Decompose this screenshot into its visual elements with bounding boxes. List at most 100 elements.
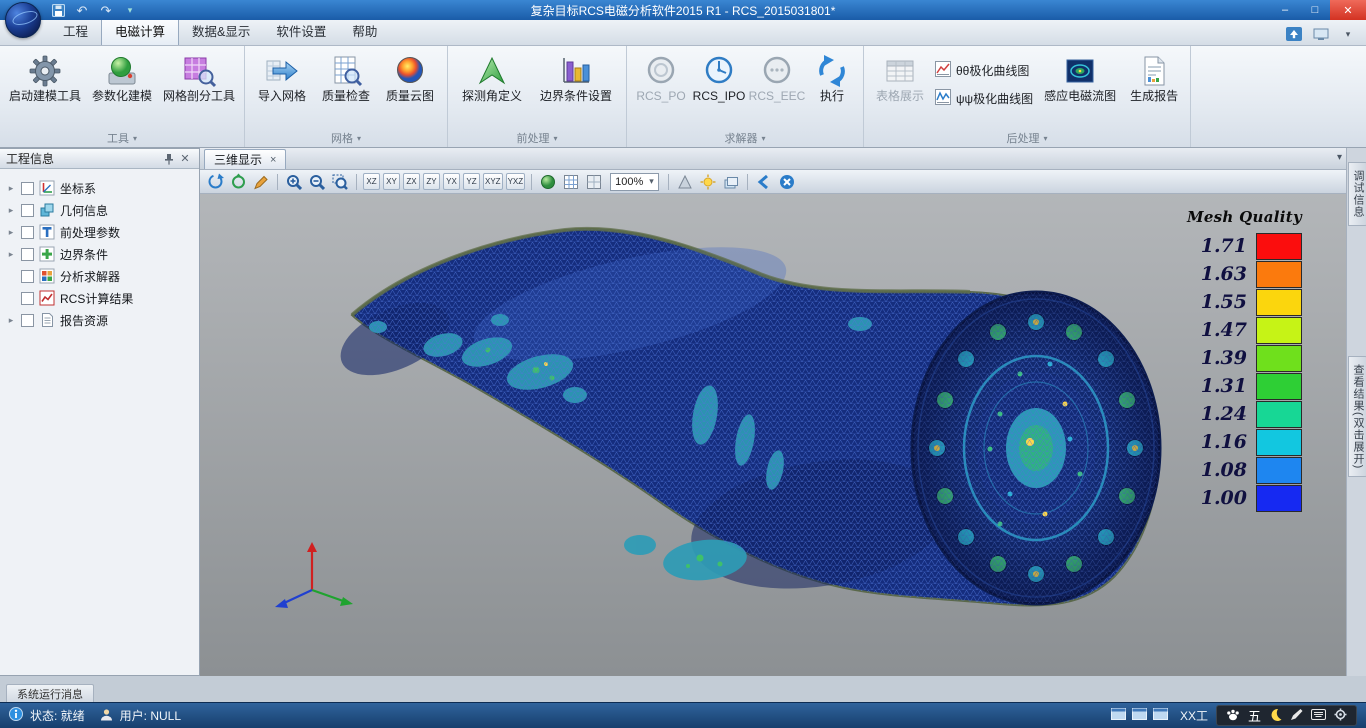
rcs-po-button[interactable]: RCS_PO xyxy=(632,51,690,106)
tree-checkbox[interactable] xyxy=(21,270,34,283)
redo-button[interactable]: ↷ xyxy=(98,2,114,18)
import-mesh-button[interactable]: 导入网格 xyxy=(250,51,314,106)
group-dialog-launcher[interactable]: ▾ xyxy=(553,134,557,143)
view-orientation-button[interactable]: ZX xyxy=(403,173,420,190)
view-orientation-button[interactable]: ZY xyxy=(423,173,440,190)
expand-arrow-icon[interactable]: ▸ xyxy=(6,249,16,260)
tree-item-boundary-conditions[interactable]: ▸ 边界条件 xyxy=(4,243,195,265)
system-messages-tab[interactable]: 系统运行消息 xyxy=(6,684,94,702)
tree-item-coordinate-system[interactable]: ▸ 坐标系 xyxy=(4,177,195,199)
induction-current-map-button[interactable]: 感应电磁流图 xyxy=(1037,51,1123,106)
tree-item-geometry-info[interactable]: ▸ 几何信息 xyxy=(4,199,195,221)
grid-view-icon[interactable] xyxy=(584,172,604,192)
zoom-in-icon[interactable] xyxy=(284,172,304,192)
generate-report-button[interactable]: 生成报告 xyxy=(1123,51,1185,106)
tree-checkbox[interactable] xyxy=(21,182,34,195)
minimize-button[interactable]: – xyxy=(1270,0,1300,20)
group-dialog-launcher[interactable]: ▾ xyxy=(1044,134,1048,143)
tray-window-icon[interactable] xyxy=(1153,708,1168,723)
edit-pencil-icon[interactable] xyxy=(251,172,271,192)
tab-software-settings[interactable]: 软件设置 xyxy=(263,17,339,45)
wireframe-view-icon[interactable] xyxy=(561,172,581,192)
tab-em-computation[interactable]: 电磁计算 xyxy=(101,16,179,45)
tree-checkbox[interactable] xyxy=(21,204,34,217)
rcs-eec-button[interactable]: RCS_EEC xyxy=(748,51,806,106)
expand-arrow-icon[interactable]: ▸ xyxy=(6,205,16,216)
view-orientation-button[interactable]: YZ xyxy=(463,173,480,190)
undo-button[interactable]: ↶ xyxy=(74,2,90,18)
mesh-partition-tool-button[interactable]: 网格剖分工具 xyxy=(159,51,239,106)
tray-window-icon[interactable] xyxy=(1111,708,1126,723)
group-dialog-launcher[interactable]: ▾ xyxy=(133,134,137,143)
launch-modeling-tool-button[interactable]: 启动建模工具 xyxy=(5,51,85,106)
ime-keyboard-icon[interactable] xyxy=(1311,709,1326,723)
tab-close-icon[interactable]: × xyxy=(270,154,276,166)
pan-icon[interactable] xyxy=(228,172,248,192)
ime-settings-gear-icon[interactable] xyxy=(1334,708,1347,724)
tab-overflow-caret[interactable]: ▾ xyxy=(1337,152,1342,163)
tab-help[interactable]: 帮助 xyxy=(339,17,390,45)
tab-project[interactable]: 工程 xyxy=(50,17,101,45)
view-orientation-button[interactable]: XZ xyxy=(363,173,380,190)
tree-item-report-resources[interactable]: ▸ 报告资源 xyxy=(4,309,195,331)
tray-window-icon[interactable] xyxy=(1132,708,1147,723)
zoom-level-select[interactable]: 100% ▾ xyxy=(610,173,659,191)
save-button[interactable] xyxy=(50,2,66,18)
view-orientation-button[interactable]: XYZ xyxy=(483,173,503,190)
viewport-canvas[interactable]: Mesh Quality 1.71 1.63 1.55 1.47 1.39 1.… xyxy=(200,194,1346,676)
tree-checkbox[interactable] xyxy=(21,248,34,261)
group-dialog-launcher[interactable]: ▾ xyxy=(357,134,361,143)
table-display-button[interactable]: 表格展示 xyxy=(869,51,931,106)
panel-close-icon[interactable]: ✕ xyxy=(177,151,193,167)
app-logo-icon[interactable] xyxy=(5,2,41,38)
tree-checkbox[interactable] xyxy=(21,292,34,305)
layers-icon[interactable] xyxy=(721,172,741,192)
tree-checkbox[interactable] xyxy=(21,226,34,239)
rcs-ipo-button[interactable]: RCS_IPO xyxy=(690,51,748,106)
orbit-rotate-icon[interactable] xyxy=(205,172,225,192)
shaded-view-icon[interactable] xyxy=(538,172,558,192)
quick-access-toolbar: ↶ ↷ ▾ xyxy=(50,2,138,18)
display-settings-icon[interactable] xyxy=(1311,24,1331,44)
tree-item-analysis-solver[interactable]: 分析求解器 xyxy=(4,265,195,287)
collapse-panel-icon[interactable] xyxy=(1284,24,1304,44)
view-orientation-button[interactable]: XY xyxy=(383,173,400,190)
parametric-modeling-button[interactable]: 参数化建模 xyxy=(85,51,159,106)
view-orientation-button[interactable]: YX xyxy=(443,173,460,190)
quick-access-dropdown[interactable]: ▾ xyxy=(122,2,138,18)
group-dialog-launcher[interactable]: ▾ xyxy=(761,134,765,143)
tab-3d-display[interactable]: 三维显示 × xyxy=(204,149,286,169)
expand-arrow-icon[interactable]: ▸ xyxy=(6,315,16,326)
debug-info-collapsed-tab[interactable]: 调试信息 xyxy=(1348,162,1366,226)
theta-polarization-curve-button[interactable]: θθ极化曲线图 xyxy=(935,61,1033,79)
tree-item-rcs-results[interactable]: RCS计算结果 xyxy=(4,287,195,309)
stop-close-icon[interactable] xyxy=(777,172,797,192)
maximize-button[interactable]: □ xyxy=(1300,0,1330,20)
probe-angle-button[interactable]: 探测角定义 xyxy=(453,51,531,106)
view-results-collapsed-tab[interactable]: 查看结果(双击展开) xyxy=(1348,356,1366,477)
light-icon[interactable] xyxy=(698,172,718,192)
view-orientation-button[interactable]: YXZ xyxy=(506,173,526,190)
expand-arrow-icon[interactable]: ▸ xyxy=(6,227,16,238)
tree-item-preprocess-params[interactable]: ▸ 前处理参数 xyxy=(4,221,195,243)
quality-cloud-button[interactable]: 质量云图 xyxy=(378,51,442,106)
perspective-icon[interactable] xyxy=(675,172,695,192)
zoom-window-icon[interactable] xyxy=(330,172,350,192)
boundary-settings-button[interactable]: 边界条件设置 xyxy=(531,51,621,106)
tab-data-display[interactable]: 数据&显示 xyxy=(179,17,263,45)
legend-color-box xyxy=(1256,485,1302,512)
quality-check-button[interactable]: 质量检查 xyxy=(314,51,378,106)
back-arrow-icon[interactable] xyxy=(754,172,774,192)
zoom-out-icon[interactable] xyxy=(307,172,327,192)
ime-mode-toggle[interactable]: 五 xyxy=(1248,706,1261,725)
ime-fullhalf-moon-icon[interactable] xyxy=(1269,708,1282,724)
close-button[interactable]: ✕ xyxy=(1330,0,1366,20)
psi-polarization-curve-button[interactable]: ψψ极化曲线图 xyxy=(935,89,1033,107)
tree-checkbox[interactable] xyxy=(21,314,34,327)
expand-arrow-icon[interactable]: ▸ xyxy=(6,183,16,194)
ime-pen-icon[interactable] xyxy=(1290,708,1303,724)
ime-paw-icon[interactable] xyxy=(1226,708,1240,724)
execute-button[interactable]: 执行 xyxy=(806,51,858,106)
pin-icon[interactable] xyxy=(161,151,177,167)
help-menu-caret[interactable]: ▾ xyxy=(1338,24,1358,44)
